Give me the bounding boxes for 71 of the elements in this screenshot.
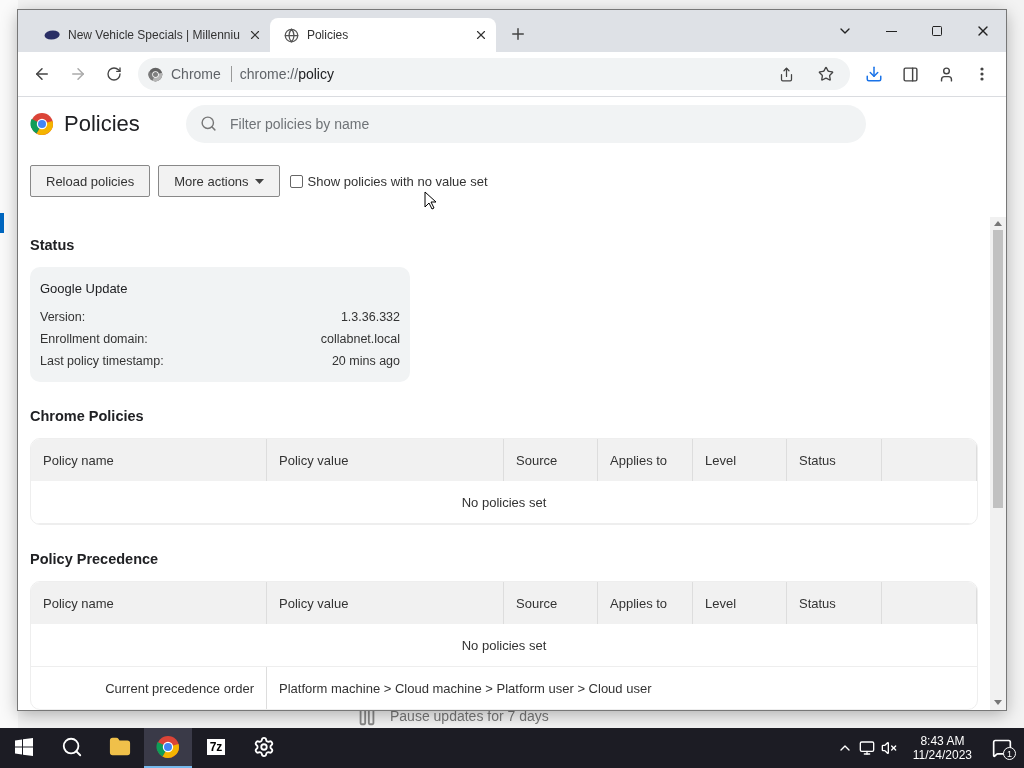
field-label: Version: (40, 310, 86, 324)
maximize-icon (931, 25, 943, 37)
column-header: Source (504, 439, 598, 481)
site-chip: Chrome (171, 66, 232, 82)
section-heading: Chrome Policies (30, 408, 145, 424)
scrollbar[interactable] (990, 217, 1006, 710)
download-icon (865, 65, 883, 83)
section-heading: Status (30, 237, 76, 253)
field-label: Last policy timestamp: (40, 354, 164, 368)
browser-tab[interactable]: New Vehicle Specials | Millenniu (30, 18, 270, 52)
globe-icon (283, 27, 299, 43)
card-title: Google Update (40, 281, 129, 296)
folder-icon (109, 736, 131, 758)
muted-speaker-icon[interactable] (880, 740, 897, 756)
minimize-icon (885, 30, 897, 32)
network-icon[interactable] (858, 740, 875, 756)
chrome-logo-icon (30, 112, 54, 136)
empty-message: No policies set (31, 481, 977, 524)
column-header: Applies to (598, 582, 693, 624)
chrome-logo-icon (148, 66, 163, 82)
field-value: 20 mins ago (331, 354, 400, 368)
search-icon (61, 736, 83, 758)
show-unset-checkbox[interactable]: Show policies with no value set (289, 173, 488, 189)
chrome-logo-icon (156, 735, 180, 759)
column-header: Source (504, 582, 598, 624)
star-icon (818, 66, 834, 82)
clock[interactable]: 8:43 AM 11/24/2023 (912, 734, 972, 762)
table-cell-text: Platform machine > Cloud machine > Platform user > Cloud user (278, 679, 653, 698)
column-header: Level (693, 582, 787, 624)
forward-icon (69, 65, 87, 83)
message-icon (992, 738, 1012, 758)
empty-message: No policies set (31, 624, 977, 667)
column-header: Level (693, 439, 787, 481)
background-text: Pause updates for 7 days (390, 708, 549, 724)
section-heading: Policy Precedence (30, 551, 160, 567)
tab-title: Policies (306, 28, 350, 42)
column-header: Status (787, 439, 882, 481)
column-header: Policy name (31, 439, 267, 481)
side-panel-icon (901, 65, 919, 83)
taskbar-app[interactable] (144, 728, 192, 768)
selection-marker (0, 213, 4, 233)
page-title: Policies (64, 111, 140, 137)
more-actions-button[interactable]: More actions (158, 165, 280, 197)
oval-logo-icon (44, 30, 60, 40)
column-header: Applies to (598, 439, 693, 481)
back-icon (33, 65, 51, 83)
notification-button[interactable]: 1 (988, 734, 1016, 762)
taskbar-app[interactable]: 7z (192, 728, 240, 768)
app-label: 7z (206, 739, 226, 755)
column-header: Policy value (267, 582, 504, 624)
search-field[interactable]: Filter policies by name (186, 105, 866, 143)
mouse-cursor-icon (424, 191, 437, 210)
menu-icon (980, 67, 984, 81)
column-header: Status (787, 582, 882, 624)
reload-button[interactable]: Reload policies (30, 165, 151, 197)
address-bar[interactable]: Chrome chrome://policy (138, 58, 850, 90)
field-value: 1.3.36.332 (340, 310, 400, 324)
share-icon (778, 66, 794, 82)
tab-title: New Vehicle Specials | Millenniu (68, 28, 240, 42)
caret-icon (254, 178, 264, 184)
column-header: Policy value (267, 439, 504, 481)
browser-tab[interactable]: Policies (269, 18, 496, 52)
settings-icon (253, 736, 275, 758)
windows-logo-icon (15, 738, 33, 756)
search-icon (200, 115, 217, 132)
column-header: Policy name (31, 582, 267, 624)
field-label: Enrollment domain: (40, 332, 148, 346)
reload-icon (106, 66, 122, 82)
table-cell: Current precedence order (31, 667, 267, 709)
field-value: collabnet.local (320, 332, 400, 346)
url-text: chrome://policy (239, 66, 334, 82)
